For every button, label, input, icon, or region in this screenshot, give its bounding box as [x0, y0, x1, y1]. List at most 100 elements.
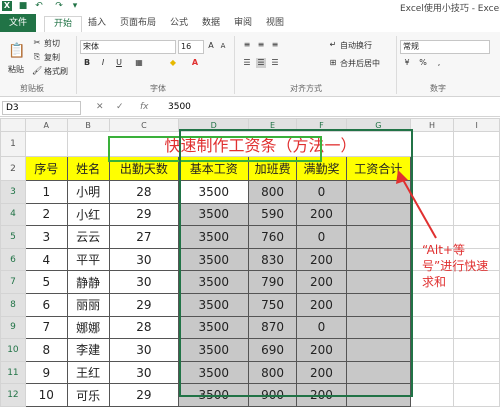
row-header[interactable]: 4: [0, 202, 26, 227]
cut-icon[interactable]: ✂: [32, 38, 42, 48]
format-painter-icon[interactable]: 🖌: [32, 66, 42, 76]
row-header[interactable]: 7: [0, 270, 26, 294]
row-header[interactable]: 9: [0, 315, 26, 340]
name-cell[interactable]: 静静: [66, 270, 110, 294]
days-cell[interactable]: 30: [108, 360, 180, 385]
cell[interactable]: [409, 292, 455, 317]
column-header[interactable]: B: [66, 118, 110, 132]
seq-cell[interactable]: 5: [24, 270, 68, 294]
column-header[interactable]: H: [409, 118, 455, 132]
customize-toolbar-icon[interactable]: ▾: [70, 1, 80, 11]
seq-cell[interactable]: 7: [24, 315, 68, 340]
tab-page-layout[interactable]: 页面布局: [114, 16, 162, 32]
increase-font-icon[interactable]: A: [206, 41, 216, 51]
cell[interactable]: [409, 383, 455, 407]
cut-button[interactable]: 剪切: [44, 38, 60, 49]
tab-data[interactable]: 数据: [198, 16, 224, 32]
wrap-text-icon[interactable]: ↵: [328, 40, 338, 50]
row-header[interactable]: 10: [0, 338, 26, 362]
cell[interactable]: [453, 383, 500, 407]
cell[interactable]: [409, 315, 455, 340]
days-cell[interactable]: 29: [108, 202, 180, 227]
days-cell[interactable]: 30: [108, 270, 180, 294]
cell[interactable]: [409, 202, 455, 227]
name-cell[interactable]: 王红: [66, 360, 110, 385]
cell[interactable]: [453, 292, 500, 317]
cell[interactable]: [24, 131, 68, 157]
save-icon[interactable]: ■: [18, 1, 28, 11]
font-size-select[interactable]: 16: [178, 40, 204, 54]
row-header[interactable]: 12: [0, 383, 26, 407]
tab-insert[interactable]: 插入: [84, 16, 110, 32]
seq-cell[interactable]: 1: [24, 180, 68, 204]
column-header[interactable]: I: [453, 118, 500, 132]
column-title[interactable]: 序号: [24, 156, 68, 181]
copy-button[interactable]: 复制: [44, 52, 60, 63]
seq-cell[interactable]: 8: [24, 338, 68, 362]
cell[interactable]: [453, 180, 500, 204]
align-middle-icon[interactable]: ≡: [256, 40, 266, 50]
seq-cell[interactable]: 2: [24, 202, 68, 227]
underline-button[interactable]: U: [114, 58, 124, 68]
tab-formulas[interactable]: 公式: [166, 16, 192, 32]
row-header[interactable]: 1: [0, 131, 26, 157]
tab-file[interactable]: 文件: [0, 14, 36, 32]
wrap-text-button[interactable]: 自动换行: [340, 40, 372, 51]
undo-icon[interactable]: ↶: [34, 1, 44, 11]
cell[interactable]: [453, 202, 500, 227]
column-header[interactable]: A: [24, 118, 68, 132]
comma-icon[interactable]: ,: [434, 58, 444, 68]
italic-button[interactable]: I: [98, 58, 108, 68]
row-header[interactable]: 11: [0, 360, 26, 385]
row-header[interactable]: 5: [0, 225, 26, 249]
cell[interactable]: [453, 338, 500, 362]
cell[interactable]: [453, 131, 500, 157]
name-cell[interactable]: 小明: [66, 180, 110, 204]
align-center-icon[interactable]: ☰: [256, 58, 266, 68]
cell[interactable]: [409, 338, 455, 362]
number-format-select[interactable]: 常规: [400, 40, 490, 54]
cancel-icon[interactable]: ✕: [96, 101, 104, 113]
row-header[interactable]: 2: [0, 156, 26, 181]
days-cell[interactable]: 28: [108, 315, 180, 340]
row-header[interactable]: 3: [0, 180, 26, 204]
cell[interactable]: [453, 315, 500, 340]
select-all-corner[interactable]: [0, 118, 26, 132]
cell[interactable]: [409, 156, 455, 181]
align-bottom-icon[interactable]: ≡: [270, 40, 280, 50]
seq-cell[interactable]: 9: [24, 360, 68, 385]
name-cell[interactable]: 可乐: [66, 383, 110, 407]
insert-function-button[interactable]: fx: [140, 101, 149, 113]
days-cell[interactable]: 29: [108, 292, 180, 317]
merge-center-icon[interactable]: ⊞: [328, 58, 338, 68]
name-cell[interactable]: 小红: [66, 202, 110, 227]
font-name-select[interactable]: 宋体: [80, 40, 176, 54]
percent-icon[interactable]: %: [418, 58, 428, 68]
column-header[interactable]: C: [108, 118, 180, 132]
name-cell[interactable]: 平平: [66, 247, 110, 272]
font-color-icon[interactable]: A: [190, 58, 200, 68]
paste-icon[interactable]: 📋: [8, 42, 26, 60]
seq-cell[interactable]: 6: [24, 292, 68, 317]
bold-button[interactable]: B: [82, 58, 92, 68]
name-cell[interactable]: 李建: [66, 338, 110, 362]
redo-icon[interactable]: ↷: [54, 1, 64, 11]
days-cell[interactable]: 30: [108, 247, 180, 272]
name-cell[interactable]: 丽丽: [66, 292, 110, 317]
seq-cell[interactable]: 3: [24, 225, 68, 249]
align-right-icon[interactable]: ☰: [270, 58, 280, 68]
cell[interactable]: [453, 156, 500, 181]
decrease-font-icon[interactable]: A: [218, 41, 228, 51]
merge-center-button[interactable]: 合并后居中: [340, 58, 380, 69]
tab-view[interactable]: 视图: [262, 16, 288, 32]
days-cell[interactable]: 30: [108, 338, 180, 362]
cell[interactable]: [409, 360, 455, 385]
days-cell[interactable]: 29: [108, 383, 180, 407]
name-cell[interactable]: 娜娜: [66, 315, 110, 340]
cell[interactable]: [409, 180, 455, 204]
copy-icon[interactable]: ⎘: [32, 52, 42, 62]
seq-cell[interactable]: 4: [24, 247, 68, 272]
format-painter-button[interactable]: 格式刷: [44, 66, 68, 77]
fill-color-icon[interactable]: ◆: [168, 58, 178, 68]
formula-input[interactable]: 3500: [168, 101, 191, 113]
